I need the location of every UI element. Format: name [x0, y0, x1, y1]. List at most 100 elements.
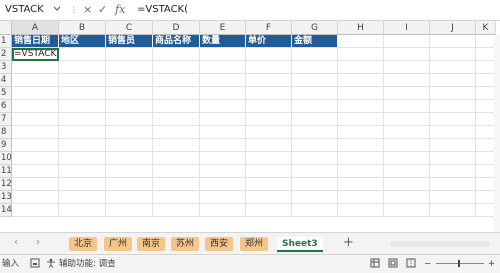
cell-F11[interactable] — [246, 165, 292, 178]
row-header-14[interactable]: 14 — [0, 204, 12, 217]
enter-icon[interactable]: ✓ — [98, 2, 107, 17]
cell-B9[interactable] — [59, 139, 106, 152]
cell-E9[interactable] — [200, 139, 246, 152]
cell-G10[interactable] — [292, 152, 338, 165]
row-header-6[interactable]: 6 — [0, 100, 12, 113]
cell-C13[interactable] — [106, 191, 153, 204]
row-header-4[interactable]: 4 — [0, 74, 12, 87]
cell-A7[interactable] — [12, 113, 59, 126]
cell-J2[interactable] — [430, 48, 476, 61]
cell-H4[interactable] — [338, 74, 384, 87]
column-header-H[interactable]: H — [338, 21, 384, 35]
cell-F9[interactable] — [246, 139, 292, 152]
cell-J6[interactable] — [430, 100, 476, 113]
cell-I11[interactable] — [384, 165, 430, 178]
cell-G5[interactable] — [292, 87, 338, 100]
cell-D6[interactable] — [153, 100, 200, 113]
cell-D7[interactable] — [153, 113, 200, 126]
cell-D8[interactable] — [153, 126, 200, 139]
header-cell-F[interactable]: 单价 — [246, 35, 292, 48]
cell-D12[interactable] — [153, 178, 200, 191]
row-header-8[interactable]: 8 — [0, 126, 12, 139]
cell-F3[interactable] — [246, 61, 292, 74]
cell-I2[interactable] — [384, 48, 430, 61]
zoom-slider-thumb[interactable] — [458, 260, 460, 267]
cell-E12[interactable] — [200, 178, 246, 191]
header-cell-D[interactable]: 商品名称 — [153, 35, 200, 48]
row-header-9[interactable]: 9 — [0, 139, 12, 152]
cell-B5[interactable] — [59, 87, 106, 100]
column-header-F[interactable]: F — [246, 21, 292, 35]
formula-input[interactable]: =VSTACK( — [137, 2, 188, 17]
cell-G14[interactable] — [292, 204, 338, 217]
column-header-G[interactable]: G — [292, 21, 338, 35]
cell-D10[interactable] — [153, 152, 200, 165]
cell-K10[interactable] — [476, 152, 496, 165]
cell-B10[interactable] — [59, 152, 106, 165]
cell-B13[interactable] — [59, 191, 106, 204]
zoom-out-icon[interactable]: − — [424, 258, 431, 270]
cell-G3[interactable] — [292, 61, 338, 74]
cell-I8[interactable] — [384, 126, 430, 139]
row-header-5[interactable]: 5 — [0, 87, 12, 100]
cell-F5[interactable] — [246, 87, 292, 100]
cell-C6[interactable] — [106, 100, 153, 113]
sheet-tab-5[interactable]: 郑州 — [240, 237, 269, 251]
active-cell[interactable]: =VSTACK( — [12, 48, 59, 61]
header-cell-A[interactable]: 销售日期 — [12, 35, 59, 48]
cell-H3[interactable] — [338, 61, 384, 74]
accessibility-icon[interactable] — [46, 258, 56, 268]
prev-sheet-icon[interactable]: ‹ — [14, 237, 18, 248]
select-all-corner[interactable] — [0, 21, 12, 35]
cell-B12[interactable] — [59, 178, 106, 191]
cell-H9[interactable] — [338, 139, 384, 152]
cell-F13[interactable] — [246, 191, 292, 204]
cell-J7[interactable] — [430, 113, 476, 126]
column-header-D[interactable]: D — [153, 21, 200, 35]
cell-G8[interactable] — [292, 126, 338, 139]
cell-H13[interactable] — [338, 191, 384, 204]
column-header-J[interactable]: J — [430, 21, 476, 35]
cell-I12[interactable] — [384, 178, 430, 191]
row-header-2[interactable]: 2 — [0, 48, 12, 61]
cell-B11[interactable] — [59, 165, 106, 178]
cell-I14[interactable] — [384, 204, 430, 217]
add-sheet-button[interactable]: + — [343, 235, 354, 250]
cell-B6[interactable] — [59, 100, 106, 113]
vertical-scrollbar[interactable] — [494, 35, 500, 232]
cell-H14[interactable] — [338, 204, 384, 217]
cell-A5[interactable] — [12, 87, 59, 100]
cell-C7[interactable] — [106, 113, 153, 126]
cell-C11[interactable] — [106, 165, 153, 178]
cell-I1[interactable] — [384, 35, 430, 48]
cell-I5[interactable] — [384, 87, 430, 100]
row-header-13[interactable]: 13 — [0, 191, 12, 204]
cell-F8[interactable] — [246, 126, 292, 139]
cell-E7[interactable] — [200, 113, 246, 126]
cell-J14[interactable] — [430, 204, 476, 217]
column-header-K[interactable]: K — [476, 21, 496, 35]
cell-F14[interactable] — [246, 204, 292, 217]
zoom-in-icon[interactable]: + — [488, 258, 495, 270]
column-header-B[interactable]: B — [59, 21, 106, 35]
row-header-1[interactable]: 1 — [0, 35, 12, 48]
cell-K1[interactable] — [476, 35, 496, 48]
cell-I6[interactable] — [384, 100, 430, 113]
cell-E10[interactable] — [200, 152, 246, 165]
cell-F2[interactable] — [246, 48, 292, 61]
cell-B7[interactable] — [59, 113, 106, 126]
cell-C2[interactable] — [106, 48, 153, 61]
more-options-icon[interactable]: ⋮ — [70, 4, 78, 16]
cell-A11[interactable] — [12, 165, 59, 178]
cell-E13[interactable] — [200, 191, 246, 204]
cell-E14[interactable] — [200, 204, 246, 217]
cell-C10[interactable] — [106, 152, 153, 165]
cell-C5[interactable] — [106, 87, 153, 100]
chevron-down-icon[interactable] — [54, 6, 60, 12]
cell-J12[interactable] — [430, 178, 476, 191]
row-header-7[interactable]: 7 — [0, 113, 12, 126]
cell-E8[interactable] — [200, 126, 246, 139]
cell-D13[interactable] — [153, 191, 200, 204]
header-cell-C[interactable]: 销售员 — [106, 35, 153, 48]
row-header-12[interactable]: 12 — [0, 178, 12, 191]
